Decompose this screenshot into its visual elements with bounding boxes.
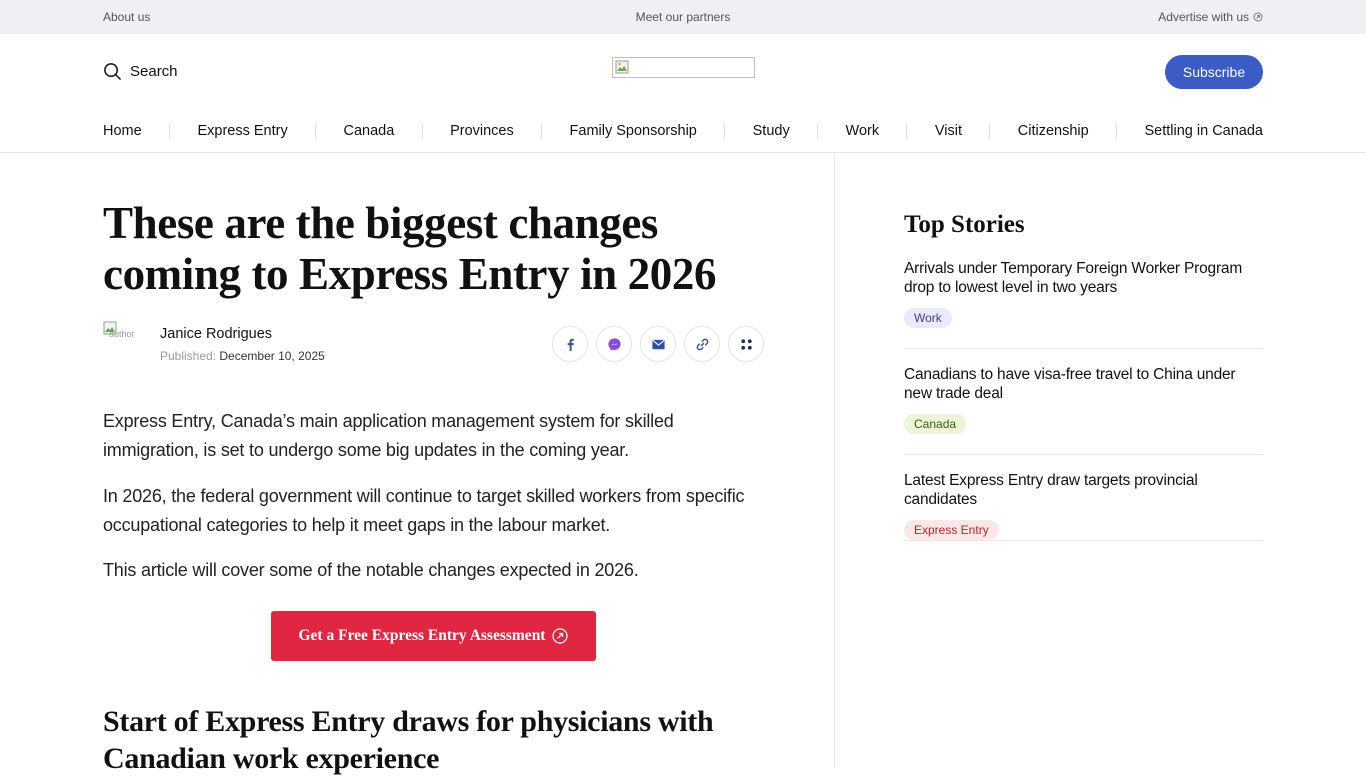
advertise-link[interactable]: Advertise with us [1158, 10, 1263, 24]
published-label: Published: [160, 349, 217, 363]
nav-item-canada[interactable]: Canada [344, 123, 395, 139]
cta-label: Get a Free Express Entry Assessment [298, 627, 546, 644]
nav-separator [315, 122, 317, 140]
category-tag[interactable]: Express Entry [904, 520, 999, 540]
category-tag[interactable]: Canada [904, 414, 967, 434]
broken-image-icon [615, 60, 629, 74]
nav-item-work[interactable]: Work [846, 123, 880, 139]
top-story-item: Latest Express Entry draw targets provin… [904, 471, 1264, 540]
published-date-value: December 10, 2025 [219, 349, 325, 363]
story-divider [904, 454, 1263, 455]
top-story-title[interactable]: Canadians to have visa-free travel to Ch… [904, 365, 1264, 403]
author-avatar: author [103, 321, 145, 339]
nav-divider [0, 152, 1366, 153]
share-buttons [552, 326, 764, 362]
more-share-button[interactable] [728, 326, 764, 362]
about-us-link[interactable]: About us [103, 10, 150, 24]
nav-item-study[interactable]: Study [753, 123, 790, 139]
top-story-item: Canadians to have visa-free travel to Ch… [904, 365, 1264, 434]
free-assessment-button[interactable]: Get a Free Express Entry Assessment [271, 611, 596, 661]
article-headline: These are the biggest changes coming to … [103, 198, 717, 299]
top-utility-bar: About us Meet our partners Advertise wit… [0, 0, 1366, 34]
email-icon [651, 339, 665, 349]
article-paragraph: Express Entry, Canada’s main application… [103, 411, 674, 460]
article-subheading: Start of Express Entry draws for physici… [103, 705, 714, 775]
nav-item-provinces[interactable]: Provinces [450, 123, 514, 139]
top-stories-heading: Top Stories [904, 211, 1025, 238]
author-name[interactable]: Janice Rodrigues [160, 326, 272, 342]
top-story-item: Arrivals under Temporary Foreign Worker … [904, 259, 1264, 328]
share-messenger-button[interactable] [596, 326, 632, 362]
facebook-icon [567, 338, 574, 351]
external-link-icon [552, 628, 569, 644]
copy-link-button[interactable] [684, 326, 720, 362]
top-story-title[interactable]: Arrivals under Temporary Foreign Worker … [904, 259, 1264, 297]
search-button[interactable]: Search [103, 62, 178, 81]
nav-separator [421, 122, 423, 140]
search-label: Search [130, 63, 178, 80]
nav-item-visit[interactable]: Visit [935, 123, 962, 139]
avatar-alt-text: author [109, 329, 135, 339]
published-date: Published: December 10, 2025 [160, 349, 325, 363]
share-facebook-button[interactable] [552, 326, 588, 362]
nav-item-express-entry[interactable]: Express Entry [197, 123, 287, 139]
column-divider [834, 153, 835, 768]
article-paragraph: This article will cover some of the nota… [103, 560, 639, 580]
search-icon [104, 63, 121, 80]
story-divider [904, 540, 1263, 541]
nav-item-family-sponsorship[interactable]: Family Sponsorship [570, 123, 697, 139]
nav-item-home[interactable]: Home [103, 123, 142, 139]
category-tag[interactable]: Work [904, 308, 952, 328]
site-logo[interactable] [612, 57, 755, 78]
advertise-label: Advertise with us [1158, 10, 1249, 24]
nav-separator [541, 122, 543, 140]
main-nav: Home Express Entry Canada Provinces Fami… [103, 122, 1263, 140]
more-icon [740, 338, 752, 350]
nav-separator [169, 122, 171, 140]
nav-separator [989, 122, 991, 140]
nav-item-settling-in-canada[interactable]: Settling in Canada [1145, 123, 1264, 139]
nav-separator [1116, 122, 1118, 140]
nav-item-citizenship[interactable]: Citizenship [1018, 123, 1089, 139]
article-paragraph: In 2026, the federal government will con… [103, 486, 745, 535]
external-link-icon [1253, 12, 1263, 22]
messenger-icon [607, 337, 621, 351]
nav-separator [817, 122, 819, 140]
meet-partners-link[interactable]: Meet our partners [636, 10, 731, 24]
nav-separator [906, 122, 908, 140]
story-divider [904, 348, 1263, 349]
share-email-button[interactable] [640, 326, 676, 362]
nav-separator [724, 122, 726, 140]
top-story-title[interactable]: Latest Express Entry draw targets provin… [904, 471, 1264, 509]
subscribe-button[interactable]: Subscribe [1165, 55, 1263, 89]
link-icon [696, 338, 708, 350]
